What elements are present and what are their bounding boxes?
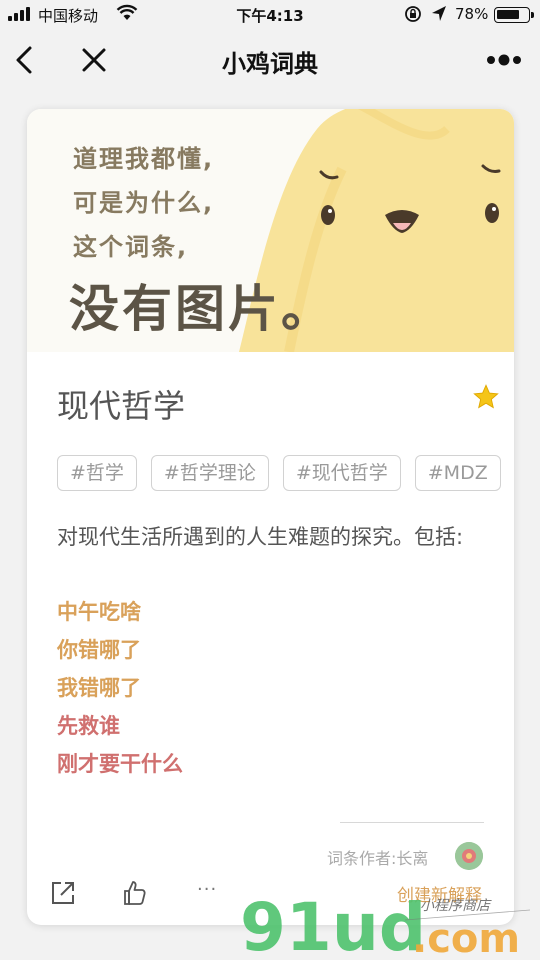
- entry-word: 现代哲学: [57, 387, 186, 425]
- share-icon[interactable]: [49, 879, 77, 907]
- definition-item: 中午吃啥: [57, 600, 141, 624]
- banner-headline: 没有图片。: [69, 280, 334, 338]
- entry-description: 对现代生活所遇到的人生难题的探究。包括:: [57, 525, 464, 549]
- tag-chip[interactable]: #MDZ: [414, 455, 501, 491]
- definition-item: 我错哪了: [57, 676, 141, 700]
- svg-text:.com: .com: [412, 916, 520, 960]
- tag-list: #哲学 #哲学理论 #现代哲学 #MDZ: [57, 455, 514, 493]
- banner-line-1: 道理我都懂,: [73, 145, 215, 173]
- definition-item: 刚才要干什么: [57, 752, 183, 776]
- star-icon[interactable]: [472, 383, 500, 411]
- more-icon[interactable]: [484, 50, 524, 70]
- battery-tip: [531, 12, 534, 18]
- more-actions-button[interactable]: ···: [197, 879, 217, 900]
- battery-icon: [494, 7, 530, 23]
- banner-line-3: 这个词条,: [73, 233, 189, 261]
- rotation-lock-icon: [405, 6, 421, 22]
- status-bar: 中国移动 下午4:13 78%: [0, 0, 540, 30]
- tag-chip[interactable]: #现代哲学: [282, 455, 401, 491]
- battery-percent: 78%: [455, 5, 489, 23]
- watermark-logo: 91ud .com 小程序商店: [240, 889, 531, 960]
- definition-item: 先救谁: [57, 714, 120, 738]
- nav-bar: 小鸡词典: [0, 30, 540, 90]
- avatar[interactable]: [455, 842, 483, 870]
- placeholder-banner: 道理我都懂, 可是为什么, 这个词条, 没有图片。: [27, 109, 514, 352]
- entry-card: 道理我都懂, 可是为什么, 这个词条, 没有图片。 现代哲学 #哲学 #哲学理论 #…: [27, 109, 514, 925]
- definition-list: 中午吃啥 你错哪了 我错哪了 先救谁 刚才要干什么: [57, 593, 183, 783]
- author-label[interactable]: 词条作者:长离: [327, 845, 428, 869]
- tag-chip[interactable]: #哲学理论: [150, 455, 269, 491]
- svg-text:小程序商店: 小程序商店: [420, 898, 492, 914]
- definition-item: 你错哪了: [57, 638, 141, 662]
- thumbs-up-icon[interactable]: [121, 879, 149, 907]
- tag-chip[interactable]: #哲学: [57, 455, 137, 491]
- banner-line-2: 可是为什么,: [73, 189, 215, 217]
- location-icon: [432, 6, 446, 21]
- page-title: 小鸡词典: [222, 50, 318, 78]
- svg-text:91ud: 91ud: [240, 889, 426, 960]
- divider: [340, 822, 484, 823]
